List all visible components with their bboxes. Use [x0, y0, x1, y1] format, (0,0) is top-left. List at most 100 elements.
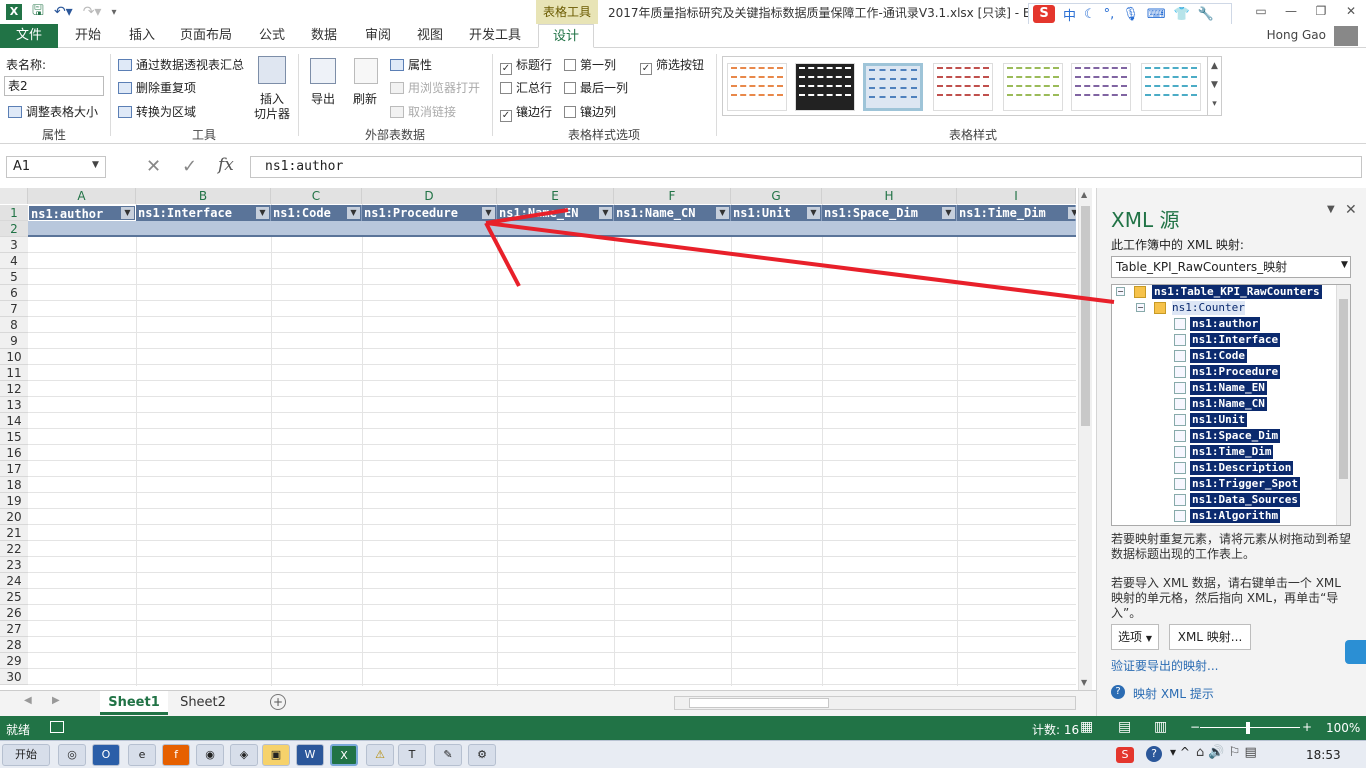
table-data-row[interactable] [28, 221, 1076, 237]
row-header[interactable]: 28 [0, 637, 28, 653]
mic-icon[interactable]: 🎙 [1122, 7, 1139, 22]
ime-toolbar[interactable]: S 中 ☾ °, 🎙 ⌨ 👕 🔧 [1028, 3, 1232, 25]
row-header[interactable]: 19 [0, 493, 28, 509]
row-header[interactable]: 24 [0, 573, 28, 589]
row-header[interactable]: 8 [0, 317, 28, 333]
firefox-icon[interactable]: f [162, 744, 190, 766]
row-header[interactable]: 26 [0, 605, 28, 621]
formula-input[interactable]: ns1:author [250, 156, 1362, 178]
row-header[interactable]: 6 [0, 285, 28, 301]
ime-mode[interactable]: 中 [1063, 5, 1076, 24]
warning-icon[interactable]: ⚠ [366, 744, 394, 766]
sogou-logo-icon[interactable]: S [1033, 5, 1055, 23]
row-header[interactable]: 2 [0, 221, 28, 237]
punctuation-icon[interactable]: °, [1104, 7, 1115, 22]
tray-icons[interactable]: ⌂ 🔊 ⚐ ▤ [1196, 745, 1257, 760]
tab-review[interactable]: 审阅 [360, 24, 396, 48]
col-header-c[interactable]: C [271, 188, 362, 204]
tab-file[interactable]: 文件 [0, 24, 58, 48]
scroll-thumb[interactable] [1081, 206, 1090, 426]
row-header[interactable]: 13 [0, 397, 28, 413]
close-icon[interactable]: ✕ [1336, 0, 1366, 24]
tree-element[interactable]: ns1:Data_Sources [1190, 493, 1300, 507]
tree-element[interactable]: ns1:Interface [1190, 333, 1281, 347]
tree-element[interactable]: ns1:Algorithm [1190, 509, 1281, 523]
first-column-checkbox[interactable]: 第一列 [564, 56, 616, 73]
normal-view-icon[interactable]: ▦ [1080, 719, 1093, 735]
chevron-down-icon[interactable]: ▼ [1341, 260, 1348, 270]
undo-icon[interactable]: ↶▾ [54, 4, 73, 20]
style-swatch-red[interactable] [933, 63, 993, 111]
export-button[interactable]: 导出 [311, 90, 335, 107]
hscroll-thumb[interactable] [689, 698, 829, 708]
row-header[interactable]: 1 [0, 205, 28, 221]
row-header[interactable]: 7 [0, 301, 28, 317]
excel-icon[interactable]: X [330, 744, 358, 766]
tab-developer[interactable]: 开发工具 [464, 24, 526, 48]
zoom-in-icon[interactable]: + [1302, 720, 1312, 734]
row-header[interactable]: 16 [0, 445, 28, 461]
xml-maps-button[interactable]: XML 映射... [1169, 624, 1251, 650]
header-cell-time-dim[interactable]: ns1:Time_Dim [957, 205, 1076, 221]
banded-columns-checkbox[interactable]: 镶边列 [564, 103, 616, 120]
page-layout-view-icon[interactable]: ▤ [1118, 719, 1131, 735]
vertical-scrollbar[interactable]: ▲ ▼ [1078, 188, 1092, 690]
moon-icon[interactable]: ☾ [1084, 7, 1096, 22]
row-header[interactable]: 15 [0, 429, 28, 445]
sogou-tray-icon[interactable]: S [1116, 747, 1134, 763]
filter-dropdown-icon[interactable]: ▼ [1068, 207, 1076, 219]
header-cell-procedure[interactable]: ns1:Procedure [362, 205, 497, 221]
tree-element[interactable]: ns1:Trigger_Spot [1190, 477, 1300, 491]
row-header[interactable]: 3 [0, 237, 28, 253]
row-header[interactable]: 21 [0, 525, 28, 541]
filter-dropdown-icon[interactable]: ▼ [716, 207, 729, 219]
refresh-button[interactable]: 刷新 [353, 90, 377, 107]
scroll-down-icon[interactable]: ▼ [1081, 678, 1087, 687]
filter-button-checkbox[interactable]: ✓ 筛选按钮 [640, 56, 704, 75]
tab-insert[interactable]: 插入 [124, 24, 160, 48]
tree-scroll-thumb[interactable] [1339, 299, 1348, 479]
ribbon-display-icon[interactable]: ▭ [1246, 0, 1276, 24]
tree-element[interactable]: ns1:author [1190, 317, 1261, 331]
notepad-icon[interactable]: ✎ [434, 744, 462, 766]
filter-dropdown-icon[interactable]: ▼ [256, 207, 269, 219]
explorer-icon[interactable]: ▣ [262, 744, 290, 766]
filter-dropdown-icon[interactable]: ▼ [347, 207, 360, 219]
tab-page-layout[interactable]: 页面布局 [176, 24, 236, 48]
banded-rows-checkbox[interactable]: ✓ 镶边行 [500, 103, 552, 122]
style-swatch-black[interactable] [795, 63, 855, 111]
gallery-scroll[interactable]: ▲ ▼ ▾ [1207, 57, 1221, 115]
col-header-a[interactable]: A [28, 188, 136, 204]
zoom-out-icon[interactable]: − [1190, 720, 1200, 734]
tree-element[interactable]: ns1:Time_Dim [1190, 445, 1274, 459]
close-icon[interactable]: ✕ [1345, 202, 1357, 218]
enter-icon[interactable]: ✓ [182, 156, 197, 177]
row-header[interactable]: 18 [0, 477, 28, 493]
header-cell-author[interactable]: ns1:author [28, 205, 136, 221]
text-app-icon[interactable]: T [398, 744, 426, 766]
xml-tips-link[interactable]: 映射 XML 提示 [1133, 685, 1214, 702]
slicer-icon[interactable] [258, 56, 286, 84]
tree-element[interactable]: ns1:Unit [1190, 413, 1247, 427]
tree-element[interactable]: ns1:Code [1190, 349, 1247, 363]
start-button[interactable]: 开始 [2, 744, 50, 766]
add-sheet-icon[interactable]: + [270, 694, 286, 710]
worksheet-grid[interactable]: A B C D E F G H I 1 2 3 4 5 6 7 8 9 10 11 12 13 14 15 1… [0, 188, 1076, 686]
filter-dropdown-icon[interactable]: ▼ [942, 207, 955, 219]
summarize-pivot-button[interactable]: 通过数据透视表汇总 [118, 56, 244, 73]
chrome-icon[interactable]: ◉ [196, 744, 224, 766]
skin-icon[interactable]: 👕 [1174, 7, 1190, 22]
row-header[interactable]: 5 [0, 269, 28, 285]
options-button[interactable]: 选项 ▼ [1111, 624, 1159, 650]
row-header[interactable]: 9 [0, 333, 28, 349]
name-box[interactable]: A1 [6, 156, 106, 178]
col-header-f[interactable]: F [614, 188, 731, 204]
name-box-dropdown-icon[interactable]: ▼ [92, 160, 99, 170]
row-header[interactable]: 10 [0, 349, 28, 365]
avatar[interactable] [1334, 26, 1358, 46]
refresh-icon[interactable] [354, 58, 378, 84]
filter-dropdown-icon[interactable]: ▼ [807, 207, 820, 219]
row-header[interactable]: 4 [0, 253, 28, 269]
row-header[interactable]: 11 [0, 365, 28, 381]
style-swatch-orange[interactable] [727, 63, 787, 111]
